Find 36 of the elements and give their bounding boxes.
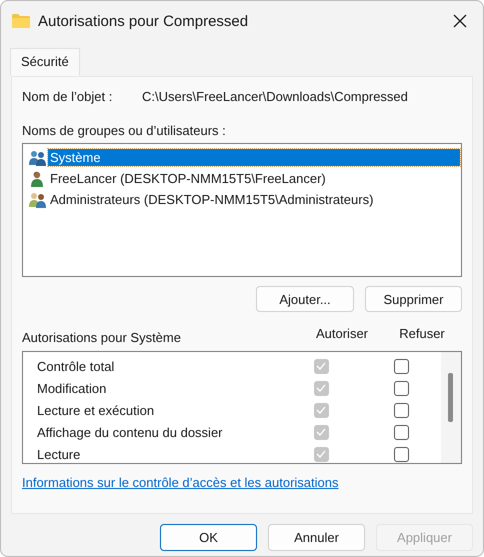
- help-link[interactable]: Informations sur le contrôle d’accès et les autorisations: [22, 475, 338, 490]
- deny-checkbox[interactable]: [394, 402, 408, 418]
- permission-name: Lecture: [36, 446, 82, 462]
- user-list-item[interactable]: Administrateurs (DESKTOP-NMM15T5\Administrateurs): [48, 191, 376, 208]
- folder-icon: [12, 14, 30, 28]
- deny-checkbox[interactable]: [394, 358, 408, 374]
- close-icon[interactable]: [453, 14, 467, 28]
- dialog-button[interactable]: OK: [160, 524, 257, 551]
- scrollbar-thumb[interactable]: [448, 373, 453, 422]
- tab[interactable]: Sécurité: [10, 48, 80, 76]
- dialog-button[interactable]: Annuler: [268, 524, 365, 551]
- check-icon: [316, 362, 326, 370]
- check-icon: [316, 450, 326, 458]
- user-list-item[interactable]: Système: [48, 149, 460, 166]
- deny-checkbox[interactable]: [394, 446, 408, 462]
- user-list-item[interactable]: FreeLancer (DESKTOP-NMM15T5\FreeLancer): [48, 170, 328, 187]
- column-header: Autoriser: [314, 326, 370, 341]
- users-icon: [29, 192, 47, 208]
- window-title: Autorisations pour Compressed: [38, 12, 250, 30]
- permission-name: Contrôle total: [36, 358, 116, 374]
- users-icon: [29, 150, 47, 166]
- column-header: Refuser: [398, 326, 446, 341]
- permission-name: Modification: [36, 380, 108, 396]
- check-icon: [316, 406, 326, 414]
- object-path: C:\Users\FreeLancer\Downloads\Compressed: [142, 89, 408, 104]
- list-button[interactable]: Supprimer: [365, 286, 462, 312]
- permission-name: Affichage du contenu du dossier: [36, 424, 224, 440]
- users-label: Noms de groupes ou d’utilisateurs :: [22, 123, 227, 138]
- list-button[interactable]: Ajouter...: [256, 286, 354, 312]
- check-icon: [316, 428, 326, 436]
- permission-name: Lecture et exécution: [36, 402, 156, 418]
- object-name-label: Nom de l’objet :: [22, 89, 114, 104]
- deny-checkbox[interactable]: [394, 424, 408, 440]
- permissions-label: Autorisations pour Système: [22, 330, 182, 345]
- check-icon: [316, 384, 326, 392]
- deny-checkbox[interactable]: [394, 380, 408, 396]
